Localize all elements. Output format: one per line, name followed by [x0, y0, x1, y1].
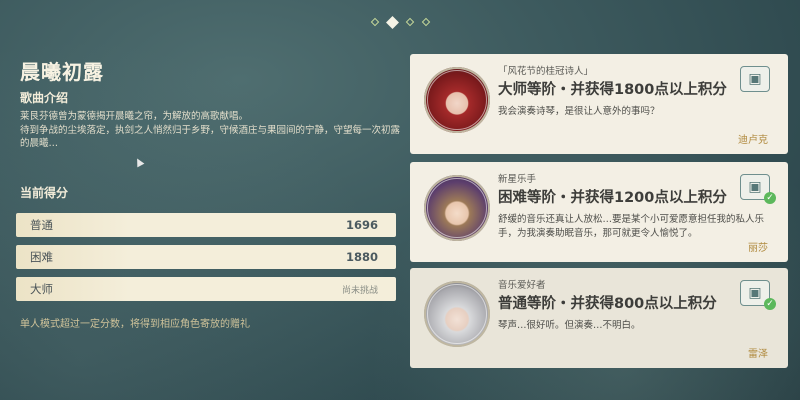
mouse-cursor-icon — [133, 156, 145, 168]
score-row-hard: 困难 1880 — [16, 245, 396, 269]
character-avatar — [424, 175, 490, 241]
score-value: 1696 — [345, 218, 378, 232]
reward-tag: 「风花节的桂冠诗人」 — [498, 66, 594, 77]
claimed-check-icon: ✓ — [764, 192, 776, 204]
reward-hint: 单人模式超过一定分数，将得到相应角色寄放的赠礼 — [20, 319, 250, 330]
reward-tag: 音乐爱好者 — [498, 280, 546, 291]
score-value: 1880 — [345, 250, 378, 264]
page-dot[interactable] — [421, 17, 430, 27]
page-dot[interactable] — [370, 17, 379, 27]
description-line: 待到争战的尘埃落定，执剑之人悄然归于乡野，守候酒庄与果园间的宁静，守望每一次初露… — [20, 124, 401, 150]
reward-requirement: 普通等阶・并获得800点以上积分 — [498, 296, 717, 312]
song-intro-heading: 歌曲介绍 — [20, 91, 69, 105]
reward-card-lisa[interactable]: 新星乐手 困难等阶・并获得1200点以上积分 舒缓的音乐还真让人放松…要是某个小… — [410, 162, 788, 262]
reward-card-razor[interactable]: 音乐爱好者 普通等阶・并获得800点以上积分 琴声…很好听。但演奏…不明白。 ▣… — [410, 268, 788, 368]
reward-card-diluc[interactable]: 「风花节的桂冠诗人」 大师等阶・并获得1800点以上积分 我会演奏诗琴，是很让人… — [410, 54, 788, 154]
reward-requirement: 大师等阶・并获得1800点以上积分 — [498, 82, 727, 98]
reward-signer: 迪卢克 — [738, 135, 768, 146]
current-score-heading: 当前得分 — [20, 186, 69, 200]
reward-quote: 琴声…很好听。但演奏…不明白。 — [498, 320, 641, 331]
score-value: 尚未挑战 — [341, 285, 378, 296]
song-title: 晨曦初露 — [20, 60, 104, 84]
reward-quote: 舒缓的音乐还真让人放松…要是某个小可爱愿意担任我的私人乐手，为我演奏助眠音乐，那… — [498, 214, 765, 239]
score-level: 普通 — [30, 218, 53, 232]
character-avatar — [424, 281, 490, 347]
score-level: 大师 — [30, 282, 53, 296]
score-level: 困难 — [30, 250, 53, 264]
reward-signer: 雷泽 — [748, 349, 768, 360]
reward-signer: 丽莎 — [748, 243, 768, 254]
score-row-master: 大师 尚未挑战 — [16, 277, 396, 301]
claimed-check-icon: ✓ — [764, 298, 776, 310]
gift-box-icon[interactable]: ▣ — [740, 66, 770, 92]
reward-requirement: 困难等阶・并获得1200点以上积分 — [498, 190, 727, 206]
character-avatar — [424, 67, 490, 133]
score-row-normal: 普通 1696 — [16, 213, 396, 237]
page-dot[interactable] — [405, 17, 414, 27]
description-line: 莱艮芬德曾为蒙德揭开晨曦之帘，为解放的高歌献唱。 — [20, 111, 249, 122]
reward-quote: 我会演奏诗琴，是很让人意外的事吗？ — [498, 106, 660, 117]
reward-tag: 新星乐手 — [498, 174, 537, 185]
page-indicator — [370, 15, 430, 29]
page-dot-active[interactable] — [385, 15, 399, 29]
song-description: 莱艮芬德曾为蒙德揭开晨曦之帘，为解放的高歌献唱。 待到争战的尘埃落定，执剑之人悄… — [20, 110, 402, 151]
